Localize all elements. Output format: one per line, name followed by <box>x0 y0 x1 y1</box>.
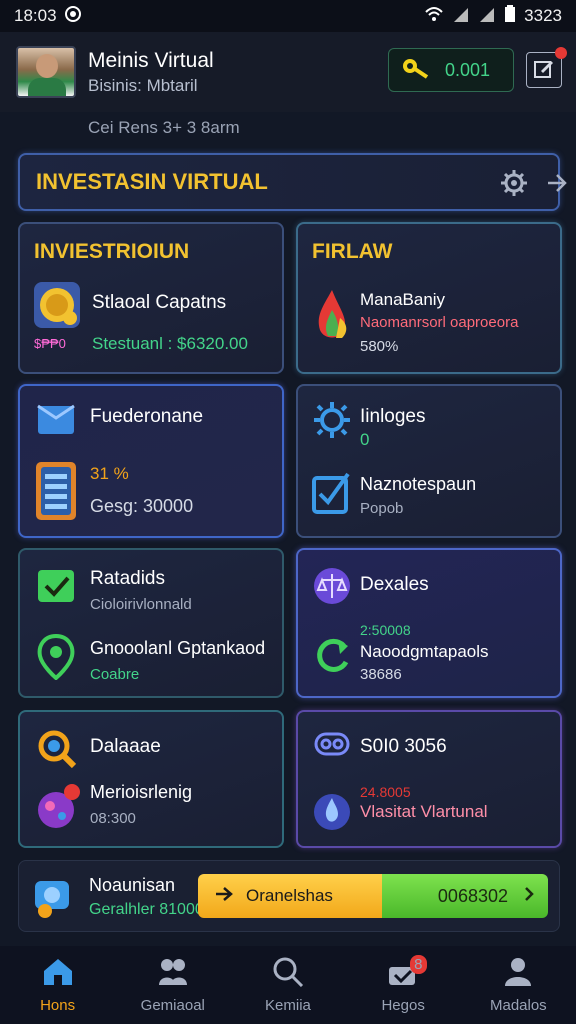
card-title: Iinloges <box>360 406 426 427</box>
cta-right-value: 0068302 <box>437 885 508 906</box>
card-line1: Merioisrlenig <box>90 782 193 802</box>
nav-label: Kemiia <box>265 996 311 1014</box>
people-icon <box>157 957 189 991</box>
chevron-right-icon <box>524 886 534 907</box>
card-line3: Popob <box>360 500 404 517</box>
balance-chip[interactable]: 0.001 <box>388 48 514 92</box>
user-subtitle: Bisinis: Mbtaril <box>88 75 198 95</box>
notification-badge: 8 <box>410 954 427 974</box>
bottom-nav: Hons Gemiaoal Kemiia 8 Hegos Madalos <box>0 946 576 1024</box>
card-title: INVIESTRIOIUN <box>34 240 190 263</box>
card-investment[interactable]: INVIESTRIOIUN Stlaoal Capatns $₱₱0 Stest… <box>18 222 284 374</box>
status-time: 18:03 <box>14 6 57 25</box>
card-title: Fuederonane <box>90 406 204 427</box>
card-logistics[interactable]: Iinloges 0 Naznotespaun Popob <box>296 384 562 538</box>
card-line2: Naomanrsorl oaproeora <box>360 314 519 331</box>
card-title: S0I0 3056 <box>360 736 447 757</box>
card-deals[interactable]: Dexales 2:50008 Naoodgmtapaols 38686 <box>296 548 562 698</box>
notification-dot <box>555 47 567 59</box>
nav-label: Hons <box>40 996 76 1014</box>
cta-right[interactable]: 0068302 <box>382 874 548 918</box>
cta-left[interactable]: Oranelshas <box>198 874 382 918</box>
card-title: Dalaaae <box>90 736 161 757</box>
globe-badge-icon <box>36 782 82 835</box>
edit-button[interactable] <box>526 47 567 88</box>
bottom-line1: Noaunisan <box>89 875 176 895</box>
card-line2: Gnooolanl Gptankaod <box>90 638 266 658</box>
card-virtual[interactable]: S0I0 3056 24.8005 Vlasitat Vlartunal <box>296 710 562 848</box>
camera-icon <box>33 875 73 924</box>
card-line2: Gesg: 30000 <box>90 496 194 516</box>
nav-item-gifts[interactable]: 8 Hegos <box>348 954 458 1014</box>
gold-coin-icon <box>34 282 82 335</box>
nav-label: Madalos <box>489 996 547 1014</box>
box-icon <box>36 402 76 441</box>
nav-label: Hegos <box>381 996 425 1014</box>
bottom-line2: Geralhler 81000 <box>89 901 204 918</box>
location-pin-icon <box>36 633 76 685</box>
signal-icon <box>452 6 470 27</box>
card-flow[interactable]: FIRLAW ManaBaniy Naomanrsorl oaproeora 5… <box>296 222 562 374</box>
investment-banner[interactable]: INVESTASIN VIRTUAL <box>18 153 567 211</box>
card-line1: 24.8005 <box>360 784 411 800</box>
nav-item-general[interactable]: Gemiaoal <box>118 957 228 1014</box>
drop-icon <box>312 788 352 837</box>
flame-icon <box>312 288 352 349</box>
app-notification-icon <box>64 5 81 27</box>
nav-item-home[interactable]: Hons <box>3 957 113 1014</box>
search-icon <box>272 957 304 991</box>
banner-title: INVESTASIN VIRTUAL <box>36 169 268 194</box>
card-results[interactable]: Ratadids Cioloirivlonnald Gnooolanl Gpta… <box>18 548 284 698</box>
card-line2: Naznotespaun <box>360 474 477 494</box>
card-line1: Stlaoal Capatns <box>92 292 227 313</box>
card-line1: ManaBaniy <box>360 290 446 309</box>
card-title: Ratadids <box>90 568 165 589</box>
card-line1: 0 <box>360 430 370 449</box>
link-icon <box>314 730 350 763</box>
card-balance[interactable]: Dalaaae Merioisrlenig 08:300 <box>18 710 284 848</box>
card-title: Dexales <box>360 574 429 595</box>
nav-item-search[interactable]: Kemiia <box>233 957 343 1014</box>
card-line2: Stestuanl : $6320.00 <box>92 334 248 353</box>
card-line3: 38686 <box>360 666 402 683</box>
checkbox-icon <box>312 470 352 521</box>
badge-check-icon <box>36 566 76 611</box>
balance-value: 0.001 <box>445 59 491 80</box>
card-line2: Naoodgmtapaols <box>360 642 489 661</box>
card-line3: 580% <box>360 338 399 355</box>
arrow-right-icon[interactable] <box>544 169 568 202</box>
status-bar: 18:03 3323 <box>0 0 576 32</box>
card-line1: 2:50008 <box>360 622 411 638</box>
card-line3: Coabre <box>90 666 140 683</box>
gear-icon[interactable] <box>500 169 528 202</box>
home-icon <box>42 957 74 991</box>
magnifier-icon <box>36 728 78 775</box>
user-name: Meinis Virtual <box>88 48 214 72</box>
status-right-value: 3323 <box>524 6 562 25</box>
card-title: FIRLAW <box>312 240 393 263</box>
avatar[interactable] <box>16 46 76 98</box>
refresh-icon <box>312 634 352 683</box>
nav-item-profile[interactable]: Madalos <box>463 957 573 1014</box>
card-line1: 31 % <box>90 464 129 483</box>
key-icon <box>401 57 429 84</box>
calculator-icon <box>36 462 78 527</box>
card-line2: 08:300 <box>90 810 136 827</box>
cta-button[interactable]: Oranelshas 0068302 <box>198 874 548 918</box>
settings-sparkle-icon <box>312 400 352 445</box>
scale-icon <box>312 566 352 611</box>
card-tag: $₱₱0 <box>34 336 66 351</box>
battery-icon <box>504 4 516 28</box>
cta-left-label: Oranelshas <box>246 886 333 905</box>
edit-icon <box>533 57 555 84</box>
card-line1: Cioloirivlonnald <box>90 596 192 613</box>
arrow-right-icon <box>214 886 234 907</box>
card-line2: Vlasitat Vlartunal <box>360 802 488 821</box>
section-subtitle: Cei Rens 3+ 3 8arm <box>88 118 240 137</box>
profile-icon <box>502 957 534 991</box>
signal-icon-2 <box>478 6 496 27</box>
card-federation[interactable]: Fuederonane 31 % Gesg: 30000 <box>18 384 284 538</box>
wifi-icon <box>424 6 444 27</box>
nav-label: Gemiaoal <box>140 996 205 1014</box>
